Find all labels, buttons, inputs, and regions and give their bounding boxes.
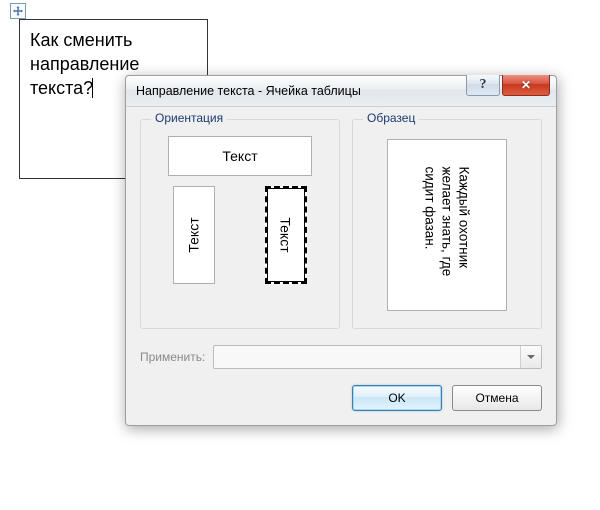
cancel-button[interactable]: Отмена bbox=[452, 385, 542, 411]
cell-text: Как сменить направление текста? bbox=[30, 30, 139, 98]
sample-group: Образец Каждый охотник желает знать, где… bbox=[352, 119, 542, 329]
ok-label: OK bbox=[388, 391, 405, 405]
orientation-vertical-down[interactable]: Текст bbox=[265, 186, 307, 284]
titlebar[interactable]: Направление текста - Ячейка таблицы ? ✕ bbox=[126, 76, 556, 107]
orientation-horizontal-label: Текст bbox=[222, 148, 257, 164]
sample-preview: Каждый охотник желает знать, где сидит ф… bbox=[387, 139, 507, 311]
orientation-vertical-down-label: Текст bbox=[278, 217, 294, 252]
close-icon: ✕ bbox=[521, 78, 531, 92]
orientation-group: Ориентация Текст Текст Текст bbox=[140, 119, 340, 329]
orientation-vertical-up-label: Текст bbox=[186, 217, 202, 252]
apply-select[interactable] bbox=[213, 345, 542, 369]
sample-text: Каждый охотник желает знать, где сидит ф… bbox=[422, 166, 473, 284]
help-icon: ? bbox=[480, 77, 487, 93]
orientation-horizontal[interactable]: Текст bbox=[168, 136, 312, 176]
orientation-legend: Ориентация bbox=[151, 111, 227, 125]
apply-label: Применить: bbox=[140, 350, 205, 364]
cancel-label: Отмена bbox=[475, 391, 518, 405]
chevron-down-icon bbox=[520, 346, 541, 368]
dialog-title: Направление текста - Ячейка таблицы bbox=[136, 84, 361, 98]
sample-legend: Образец bbox=[363, 111, 419, 125]
help-button[interactable]: ? bbox=[466, 75, 500, 96]
table-move-handle[interactable] bbox=[10, 3, 26, 19]
close-button[interactable]: ✕ bbox=[502, 75, 550, 96]
text-direction-dialog: Направление текста - Ячейка таблицы ? ✕ … bbox=[125, 75, 557, 426]
text-caret bbox=[92, 78, 93, 98]
ok-button[interactable]: OK bbox=[352, 385, 442, 411]
orientation-vertical-up[interactable]: Текст bbox=[173, 186, 215, 284]
